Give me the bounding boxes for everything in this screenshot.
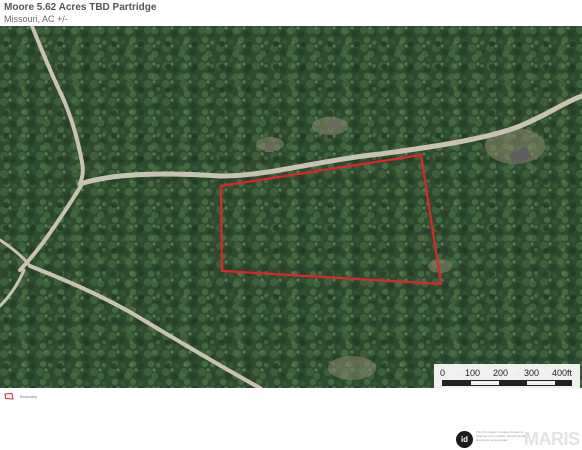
scale-label: 300 <box>524 368 540 378</box>
scale-label: 400ft <box>552 368 573 378</box>
brand-watermark: MARIS <box>524 429 580 449</box>
scale-ticks <box>442 380 572 386</box>
id-logo-icon: id <box>456 431 473 448</box>
map-header: Moore 5.62 Acres TBD Partridge Missouri,… <box>4 2 578 26</box>
scale-label: 0 <box>440 368 446 378</box>
aerial-imagery <box>0 26 582 388</box>
page-title: Moore 5.62 Acres TBD Partridge <box>4 2 157 13</box>
scale-label: 100 <box>465 368 481 378</box>
boundary-legend-icon <box>4 392 14 400</box>
scale-labels: 0 100 200 300 400ft <box>434 368 580 380</box>
aerial-map[interactable]: 0 100 200 300 400ft <box>0 26 582 388</box>
footer: id The information contained herein is b… <box>0 426 582 450</box>
page-subtitle: Missouri, AC +/- <box>4 14 68 24</box>
scale-label: 200 <box>493 368 509 378</box>
legend-label: Boundary <box>20 393 38 399</box>
scale-bar: 0 100 200 300 400ft <box>434 364 580 388</box>
legend: Boundary <box>4 390 37 402</box>
